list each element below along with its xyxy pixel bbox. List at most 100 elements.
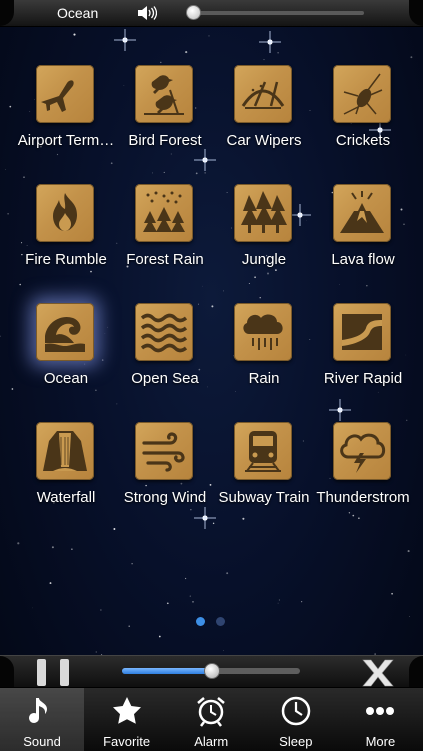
bar-edge-left (0, 0, 14, 26)
star (339, 284, 340, 285)
bright-star (259, 31, 281, 53)
sound-tile-button[interactable] (135, 65, 193, 123)
bright-star (329, 399, 351, 421)
tab-more[interactable]: More (338, 688, 422, 751)
sound-tile-button[interactable] (36, 65, 94, 123)
sound-tile[interactable]: Forest Rain (115, 181, 215, 281)
star (209, 35, 210, 36)
birds-icon (140, 70, 188, 118)
sound-tile[interactable]: Crickets (313, 62, 413, 162)
rain-trees-icon (140, 189, 188, 237)
sound-tile-button[interactable] (234, 422, 292, 480)
sound-tile[interactable]: Fire Rumble (16, 181, 116, 281)
star (152, 172, 153, 173)
pause-icon-bar (60, 659, 69, 686)
sound-tile-label: Crickets (303, 132, 423, 149)
now-playing-bar: Ocean (0, 0, 423, 27)
sound-tile[interactable]: Lava flow (313, 181, 413, 281)
sound-tile-button[interactable] (234, 303, 292, 361)
star (117, 404, 118, 405)
player-edge-left (0, 656, 14, 688)
sea-waves-icon (140, 308, 188, 356)
fire-icon (41, 189, 89, 237)
star (408, 550, 410, 552)
volume-thumb[interactable] (204, 663, 220, 679)
star (223, 650, 224, 651)
player-edge-right (409, 656, 423, 688)
volume-fill (122, 668, 211, 674)
sound-tile-button[interactable] (36, 184, 94, 242)
sound-tile-button[interactable] (36, 422, 94, 480)
sound-tile[interactable]: Rain (214, 300, 314, 400)
close-icon[interactable] (360, 658, 396, 688)
star (279, 600, 280, 601)
tab-label: Alarm (169, 734, 253, 749)
rain-cloud-icon (239, 308, 287, 356)
cricket-icon (338, 70, 386, 118)
star (159, 636, 161, 638)
sound-tile[interactable]: Jungle (214, 181, 314, 281)
sound-tile-button[interactable] (234, 65, 292, 123)
star (260, 297, 261, 298)
train-icon (239, 427, 287, 475)
star (278, 603, 279, 604)
star (223, 291, 224, 292)
star (128, 626, 129, 627)
sound-tile[interactable]: Airport Term… (16, 62, 116, 162)
sound-tile[interactable]: Subway Train (214, 419, 314, 519)
bright-star (114, 29, 136, 51)
sound-tile[interactable]: Waterfall (16, 419, 116, 519)
tab-label: Sleep (254, 734, 338, 749)
star (167, 602, 169, 604)
tab-label: Favorite (85, 734, 169, 749)
bar-edge-right (409, 0, 423, 26)
playback-progress-thumb[interactable] (186, 5, 201, 20)
sound-tile-button[interactable] (135, 303, 193, 361)
star (0, 336, 1, 337)
page-dot[interactable] (216, 617, 225, 626)
sound-tile[interactable]: Car Wipers (214, 62, 314, 162)
star (185, 578, 186, 579)
tab-bar: SoundFavoriteAlarmSleepMore (0, 687, 423, 751)
playback-progress-track[interactable] (186, 11, 364, 15)
page-dot[interactable] (196, 617, 205, 626)
sound-tile-button[interactable] (333, 65, 391, 123)
alarm-clock-icon (195, 695, 227, 727)
sound-tile-button[interactable] (333, 303, 391, 361)
star (213, 523, 214, 524)
volcano-icon (338, 189, 386, 237)
player-controls (0, 655, 423, 688)
sound-tile[interactable]: Ocean (16, 300, 116, 400)
star (73, 34, 75, 36)
sound-tile-label: Lava flow (303, 251, 423, 268)
tab-alarm[interactable]: Alarm (169, 688, 253, 751)
sound-tile[interactable]: Bird Forest (115, 62, 215, 162)
sound-tile-label: River Rapid (303, 370, 423, 387)
sound-tile-button[interactable] (36, 303, 94, 361)
star (192, 601, 193, 602)
sound-tile[interactable]: River Rapid (313, 300, 413, 400)
star (5, 169, 6, 170)
star-icon (111, 695, 143, 727)
sound-tile-button[interactable] (333, 184, 391, 242)
sound-tile-button[interactable] (333, 422, 391, 480)
sound-tile[interactable]: Open Sea (115, 300, 215, 400)
tab-sleep[interactable]: Sleep (254, 688, 338, 751)
sound-tile[interactable]: Strong Wind (115, 419, 215, 519)
clock-icon (280, 695, 312, 727)
sound-tile-button[interactable] (135, 422, 193, 480)
star (185, 51, 187, 53)
star (113, 528, 115, 530)
waterfall-icon (41, 427, 89, 475)
sound-tile-button[interactable] (234, 184, 292, 242)
trees-icon (239, 189, 287, 237)
star (23, 177, 24, 178)
star (7, 213, 9, 215)
tab-favorite[interactable]: Favorite (85, 688, 169, 751)
sound-tile[interactable]: Thunderstrom (313, 419, 413, 519)
pause-button[interactable] (35, 659, 71, 687)
star (32, 608, 33, 609)
tab-label: More (338, 734, 422, 749)
tab-sound[interactable]: Sound (0, 688, 84, 751)
sound-tile-button[interactable] (135, 184, 193, 242)
